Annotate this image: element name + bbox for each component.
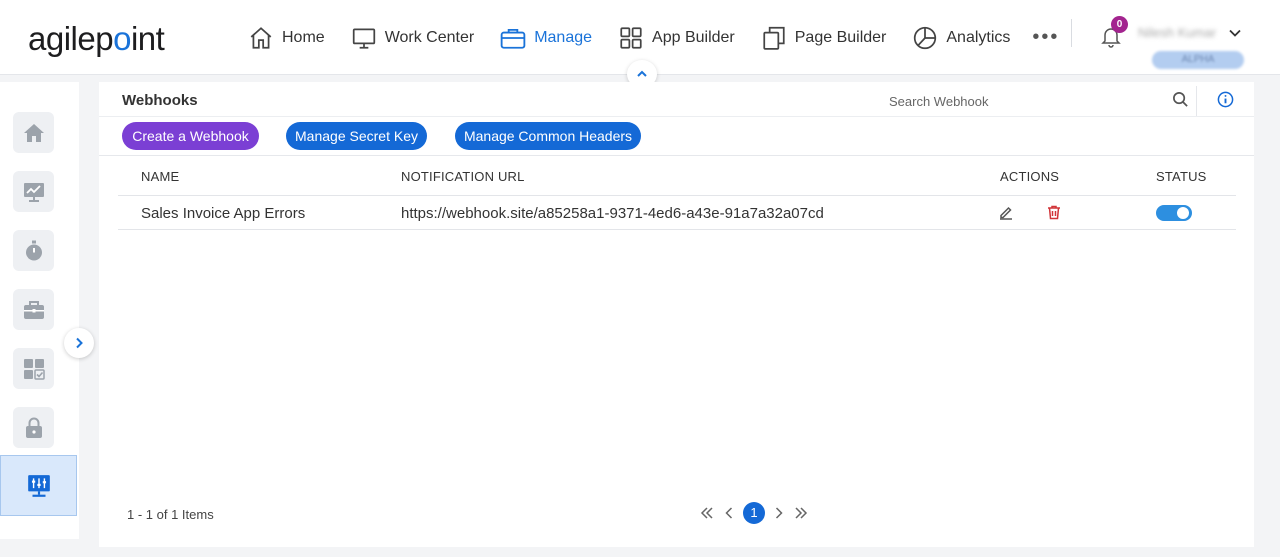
info-icon[interactable] — [1217, 91, 1234, 108]
nav-item-work-center[interactable]: Work Center — [351, 0, 475, 75]
manage-secret-key-button[interactable]: Manage Secret Key — [286, 122, 427, 150]
nav-item-page-builder[interactable]: Page Builder — [761, 0, 887, 75]
user-name[interactable]: Nilesh Kumar — [1138, 25, 1216, 40]
column-header-status[interactable]: STATUS — [1156, 169, 1207, 184]
nav-item-label: Home — [282, 28, 325, 46]
pie-chart-icon — [914, 26, 937, 49]
monitor-icon — [352, 27, 375, 49]
briefcase-icon — [500, 28, 526, 49]
search-divider — [1196, 86, 1197, 116]
nav-item-analytics[interactable]: Analytics — [912, 0, 1010, 75]
title-divider — [99, 116, 1254, 117]
page-title: Webhooks — [122, 92, 198, 109]
sidebar-item-dashboard[interactable] — [13, 348, 54, 389]
webhook-settings-icon — [27, 474, 50, 497]
column-header-actions: ACTIONS — [1000, 169, 1060, 184]
toggle-knob — [1177, 207, 1189, 219]
next-page-button[interactable] — [771, 505, 787, 521]
chevron-left-icon — [725, 507, 733, 519]
chart-monitor-icon — [23, 182, 44, 202]
chevron-up-icon — [637, 70, 647, 77]
pagination-info: 1 - 1 of 1 Items — [127, 507, 214, 522]
manage-common-headers-button[interactable]: Manage Common Headers — [455, 122, 641, 150]
lock-icon — [25, 417, 42, 438]
delete-icon[interactable] — [1046, 204, 1062, 220]
main-nav: Home Work Center Manage App Builder Page… — [248, 0, 1085, 75]
pages-icon — [763, 26, 785, 50]
nav-item-label: App Builder — [652, 28, 735, 46]
home-icon — [23, 123, 44, 142]
column-header-name[interactable]: NAME — [141, 169, 179, 184]
sidebar-item-timer[interactable] — [13, 230, 54, 271]
status-toggle[interactable] — [1156, 205, 1192, 221]
more-menu-button[interactable]: ••• — [1032, 0, 1059, 75]
environment-badge: ALPHA — [1152, 51, 1244, 69]
sidebar-item-toolbox[interactable] — [13, 289, 54, 330]
notification-count-badge: 0 — [1111, 16, 1128, 33]
last-page-button[interactable] — [793, 505, 809, 521]
grid-icon — [620, 26, 642, 49]
webhook-name: Sales Invoice App Errors — [141, 205, 306, 222]
table-row[interactable]: Sales Invoice App Errors https://webhook… — [118, 196, 1236, 230]
table-header: NAME NOTIFICATION URL ACTIONS STATUS — [118, 156, 1236, 196]
agilepoint-logo[interactable]: agilepoint — [28, 20, 165, 58]
nav-item-label: Analytics — [946, 28, 1011, 46]
more-icon: ••• — [1032, 26, 1060, 48]
nav-item-label: Manage — [534, 28, 593, 46]
sidebar-item-webhooks[interactable] — [0, 455, 77, 516]
nav-divider — [1071, 19, 1072, 47]
webhooks-panel: Webhooks Create a Webhook Manage Secret … — [99, 82, 1254, 547]
toolbox-icon — [23, 300, 44, 319]
nav-item-home[interactable]: Home — [248, 0, 325, 75]
create-webhook-button[interactable]: Create a Webhook — [122, 122, 259, 150]
first-page-button[interactable] — [699, 505, 715, 521]
nav-item-label: Page Builder — [794, 28, 887, 46]
stopwatch-icon — [25, 240, 42, 260]
search-input[interactable] — [889, 90, 1179, 112]
previous-page-button[interactable] — [721, 505, 737, 521]
chevron-right-icon — [775, 507, 783, 519]
double-chevron-right-icon — [795, 507, 808, 519]
chevron-right-icon — [76, 337, 83, 349]
nav-item-label: Work Center — [384, 28, 475, 46]
chevron-down-icon[interactable] — [1228, 26, 1242, 40]
sidebar-item-home[interactable] — [13, 112, 54, 153]
expand-sidebar-button[interactable] — [64, 328, 94, 358]
home-icon — [250, 26, 272, 49]
column-header-notification-url[interactable]: NOTIFICATION URL — [401, 169, 525, 184]
nav-item-manage[interactable]: Manage — [500, 0, 592, 75]
page-number-button[interactable]: 1 — [743, 502, 765, 524]
webhook-notification-url: https://webhook.site/a85258a1-9371-4ed6-… — [401, 205, 824, 222]
dashboard-check-icon — [23, 358, 45, 380]
search-icon[interactable] — [1172, 91, 1189, 108]
sidebar-item-security[interactable] — [13, 407, 54, 448]
edit-icon[interactable] — [998, 204, 1014, 220]
pagination: 1 — [696, 502, 812, 524]
sidebar-item-monitor[interactable] — [13, 171, 54, 212]
double-chevron-left-icon — [700, 507, 713, 519]
